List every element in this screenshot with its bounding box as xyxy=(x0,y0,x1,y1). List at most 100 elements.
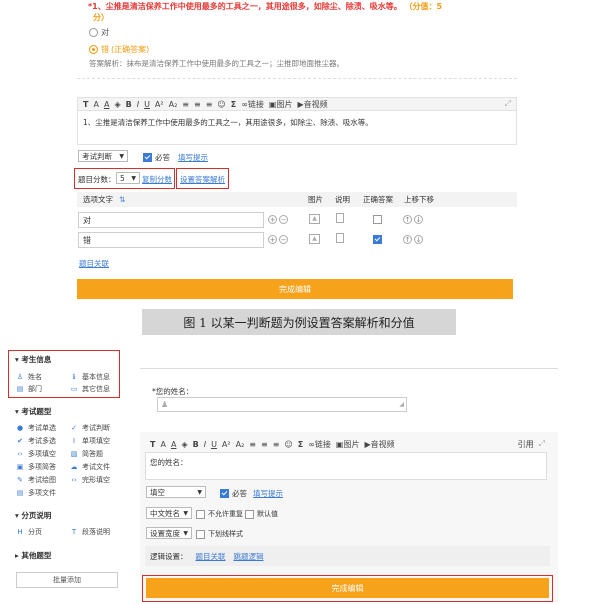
hint-link[interactable]: 填写提示 xyxy=(178,152,208,163)
remove-icon[interactable]: − xyxy=(279,235,288,244)
sidebar-item-multi-fill[interactable]: ‹› 多项填空 xyxy=(16,449,56,459)
image-button[interactable]: ▣图片 xyxy=(336,439,360,450)
underline-icon[interactable]: U xyxy=(211,440,217,449)
section-other-types[interactable]: ▸ 其他题型 xyxy=(15,550,51,561)
width-select[interactable]: 设置宽度 ▼ xyxy=(146,527,192,539)
sidebar-item-other-info[interactable]: ▭ 其它信息 xyxy=(70,384,110,394)
bold-icon[interactable]: B xyxy=(193,440,199,449)
image-button[interactable]: ▣图片 xyxy=(269,99,293,110)
sidebar-item-department[interactable]: ▤ 部门 xyxy=(16,384,42,394)
section-exam-types[interactable]: ▾ 考试题型 xyxy=(15,406,51,417)
subscript-icon[interactable]: A₂ xyxy=(236,440,245,449)
option-input-1[interactable]: 对 xyxy=(78,212,264,228)
align-right-icon[interactable]: ≡ xyxy=(273,440,280,449)
description-icon[interactable] xyxy=(336,233,344,243)
name-type-select[interactable]: 中文姓名 ▼ xyxy=(146,507,192,519)
formula-icon[interactable]: Σ xyxy=(298,440,303,449)
field-type-select[interactable]: 填空 ▼ xyxy=(146,486,206,498)
finish-edit-button-2[interactable]: 完成编辑 xyxy=(146,578,549,598)
correct-checkbox-2[interactable] xyxy=(373,235,382,244)
text-format-icon[interactable]: T xyxy=(83,100,88,109)
sidebar-item-page[interactable]: H 分页 xyxy=(16,527,42,537)
fullscreen-icon[interactable]: ⤢ xyxy=(505,99,511,109)
sidebar-item-exam-judge[interactable]: ✓ 考试判断 xyxy=(70,423,110,433)
sidebar-item-multi-text[interactable]: ▣ 多项简答 xyxy=(16,462,56,472)
link-button[interactable]: ∞链接 xyxy=(308,439,331,450)
align-center-icon[interactable]: ≡ xyxy=(261,440,268,449)
superscript-icon[interactable]: A² xyxy=(222,440,231,449)
section-candidate-info[interactable]: ▾ 考生信息 xyxy=(15,354,51,365)
sidebar-item-multi-file[interactable]: ▤ 多项文件 xyxy=(16,488,56,498)
sidebar-item-cloze[interactable]: ‹› 完形填空 xyxy=(70,475,110,485)
question-type-select[interactable]: 考试判断 ▼ xyxy=(78,150,128,162)
emoji-icon[interactable]: ☺ xyxy=(284,440,292,449)
align-center-icon[interactable]: ≡ xyxy=(194,100,201,109)
add-icon[interactable]: + xyxy=(268,235,277,244)
finish-edit-button[interactable]: 完成编辑 xyxy=(77,279,513,299)
link-button[interactable]: ∞链接 xyxy=(241,99,264,110)
description-icon[interactable] xyxy=(336,213,344,223)
image-placeholder-icon[interactable]: ▲ xyxy=(309,214,320,224)
no-repeat-checkbox[interactable]: 不允许重复 xyxy=(196,509,243,519)
jump-logic-link[interactable]: 跳题逻辑 xyxy=(234,551,264,562)
superscript-icon[interactable]: A² xyxy=(155,100,164,109)
sidebar-item-name[interactable]: ♙ 姓名 xyxy=(16,372,42,382)
score-select[interactable]: 5 ▼ xyxy=(116,172,140,184)
batch-add-button[interactable]: 批量添加 xyxy=(16,572,118,588)
resize-handle-icon[interactable]: ◢ xyxy=(399,401,406,408)
sidebar-item-exam-file[interactable]: ☁ 考试文件 xyxy=(70,462,111,472)
font-size-icon[interactable]: A xyxy=(93,100,98,109)
underline-color-icon[interactable]: A xyxy=(171,440,176,449)
set-analysis-link[interactable]: 设置答案解析 xyxy=(180,174,225,185)
font-size-icon[interactable]: A xyxy=(160,440,165,449)
section-paging[interactable]: ▾ 分页说明 xyxy=(15,510,51,521)
underline-icon[interactable]: U xyxy=(144,100,150,109)
remove-icon[interactable]: − xyxy=(279,215,288,224)
editor2-content[interactable]: 您的姓名： xyxy=(145,452,547,480)
sidebar-item-single-fill[interactable]: I 单项填空 xyxy=(70,436,110,446)
add-icon[interactable]: + xyxy=(268,215,277,224)
option-input-2[interactable]: 错 xyxy=(78,232,264,248)
sidebar-item-exam-draw[interactable]: ✎ 考试绘图 xyxy=(16,475,56,485)
move-down-icon[interactable]: ↓ xyxy=(414,235,423,244)
option-true[interactable]: 对 xyxy=(89,27,109,38)
move-down-icon[interactable]: ↓ xyxy=(414,215,423,224)
italic-icon[interactable]: I xyxy=(137,100,139,109)
underline-color-icon[interactable]: A xyxy=(104,100,109,109)
question-related-link[interactable]: 题目关联 xyxy=(79,258,109,269)
align-right-icon[interactable]: ≡ xyxy=(206,100,213,109)
required-checkbox[interactable]: 必答 xyxy=(143,152,170,163)
formula-icon[interactable]: Σ xyxy=(231,100,236,109)
sort-icon[interactable]: ⇅ xyxy=(119,195,125,204)
video-button[interactable]: ▶音视频 xyxy=(364,439,394,450)
fullscreen-icon[interactable]: ⤢ xyxy=(539,439,545,449)
paint-icon[interactable]: ◈ xyxy=(181,440,187,449)
editor-content[interactable]: 1、尘推是清洁保养工作中使用最多的工具之一，其用途很多，如除尘、除渍、吸水等。 xyxy=(77,111,517,145)
question-related-link-2[interactable]: 题目关联 xyxy=(196,551,226,562)
move-up-icon[interactable]: ↑ xyxy=(403,235,412,244)
option-false[interactable]: 错 (正确答案) xyxy=(89,44,149,55)
subscript-icon[interactable]: A₂ xyxy=(169,100,178,109)
sidebar-item-exam-multi[interactable]: ✔ 考试多选 xyxy=(16,436,56,446)
sidebar-item-paragraph[interactable]: T 段落说明 xyxy=(70,527,110,537)
hint-link-2[interactable]: 填写提示 xyxy=(253,488,283,499)
underline-style-checkbox[interactable]: 下划线样式 xyxy=(196,529,243,539)
quote-button[interactable]: 引用 xyxy=(518,439,534,450)
move-up-icon[interactable]: ↑ xyxy=(403,215,412,224)
sidebar-item-short-answer[interactable]: ▧ 简答题 xyxy=(70,449,103,459)
align-left-icon[interactable]: ≡ xyxy=(249,440,256,449)
text-format-icon[interactable]: T xyxy=(150,440,155,449)
video-button[interactable]: ▶音视频 xyxy=(297,99,327,110)
italic-icon[interactable]: I xyxy=(204,440,206,449)
align-left-icon[interactable]: ≡ xyxy=(182,100,189,109)
emoji-icon[interactable]: ☺ xyxy=(217,100,225,109)
sidebar-item-exam-single[interactable]: ● 考试单选 xyxy=(16,423,56,433)
default-value-checkbox[interactable]: 默认值 xyxy=(245,509,278,519)
bold-icon[interactable]: B xyxy=(126,100,132,109)
correct-checkbox-1[interactable] xyxy=(373,215,382,224)
copy-score-link[interactable]: 复制分数 xyxy=(142,174,172,185)
image-placeholder-icon[interactable]: ▲ xyxy=(309,234,320,244)
paint-icon[interactable]: ◈ xyxy=(114,100,120,109)
required-checkbox-2[interactable]: 必答 xyxy=(220,488,247,499)
sidebar-item-basic-info[interactable]: ℹ 基本信息 xyxy=(70,372,110,382)
